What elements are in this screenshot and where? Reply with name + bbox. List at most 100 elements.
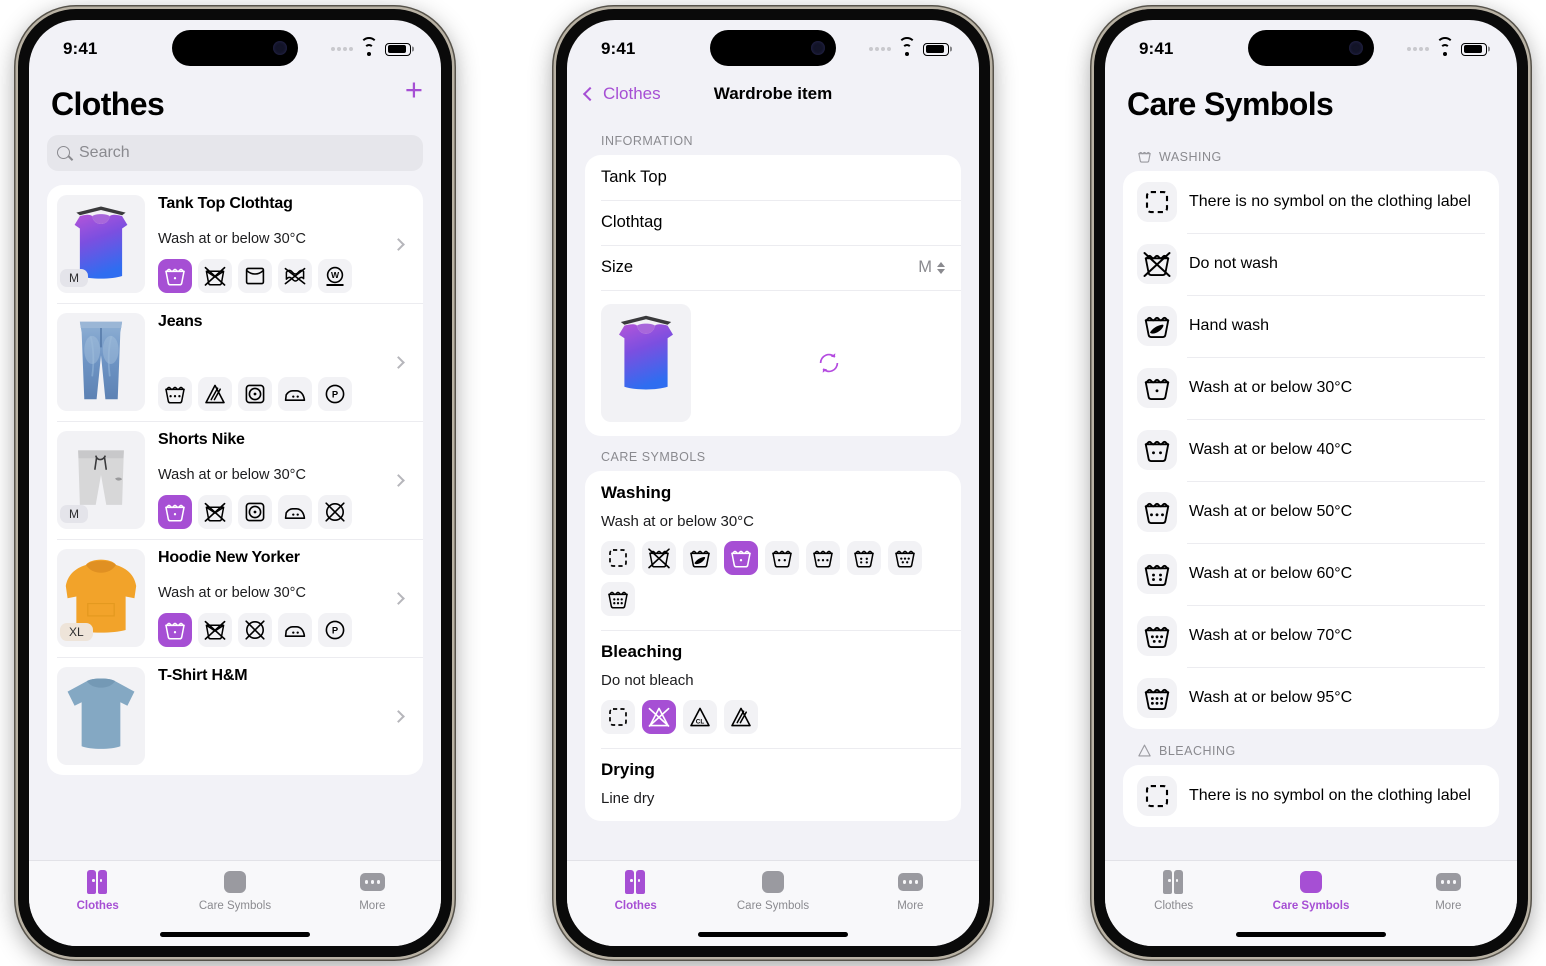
symbol-tile-wash-60[interactable] <box>847 541 881 575</box>
item-symbol-row <box>158 759 388 765</box>
symbol-tile-wash-70 <box>1137 616 1177 656</box>
clothes-list: M Tank Top Clothtag Wash at or below 30°… <box>47 185 423 775</box>
tab-label: Clothes <box>76 900 119 912</box>
symbol-tile-do-not-dry-clean[interactable] <box>238 613 272 647</box>
dynamic-island <box>710 30 836 66</box>
list-item[interactable]: Hand wash <box>1123 295 1499 357</box>
symbol-tile-tumble-dry-low[interactable] <box>238 495 272 529</box>
table-row[interactable]: M Shorts Nike Wash at or below 30°C <box>47 421 423 539</box>
item-photo[interactable] <box>601 304 691 422</box>
symbol-tile-do-not-wash[interactable] <box>642 541 676 575</box>
list-item[interactable]: There is no symbol on the clothing label <box>1123 765 1499 827</box>
symbol-tile-professional-wet-clean-w[interactable]: W <box>318 259 352 293</box>
symbol-tile-wash-30[interactable] <box>158 495 192 529</box>
size-field[interactable]: Size M <box>585 245 961 290</box>
list-item-label: Wash at or below 40°C <box>1189 441 1353 458</box>
care-symbol-groups: WASHING There is no symbol on the clothi… <box>1105 135 1517 827</box>
tab-care-symbols[interactable]: Care Symbols <box>1242 870 1379 912</box>
symbol-tile-iron-medium[interactable] <box>278 613 312 647</box>
item-name: Hoodie New Yorker <box>158 549 300 566</box>
list-item[interactable]: Wash at or below 30°C <box>1123 357 1499 419</box>
status-time: 9:41 <box>63 39 98 58</box>
care-block-value: Do not bleach <box>601 672 694 689</box>
care-block-value: Line dry <box>601 790 655 807</box>
table-row[interactable]: M Tank Top Clothtag Wash at or below 30°… <box>47 185 423 303</box>
search-input[interactable]: Search <box>47 135 423 171</box>
symbol-tile-wash-30[interactable] <box>158 259 192 293</box>
symbol-tile-bleach-non-chlorine[interactable] <box>198 377 232 411</box>
list-item[interactable]: Wash at or below 70°C <box>1123 605 1499 667</box>
list-item-label: There is no symbol on the clothing label <box>1189 193 1471 210</box>
name-field[interactable]: Tank Top <box>585 155 961 200</box>
size-badge: XL <box>60 623 93 641</box>
symbol-tile-do-not-wring[interactable] <box>278 259 312 293</box>
care-block: Washing Wash at or below 30°C <box>585 471 961 630</box>
tab-clothes[interactable]: Clothes <box>567 870 704 912</box>
symbol-tile-dry-clean-p[interactable]: P <box>318 613 352 647</box>
symbol-tile-line-dry[interactable] <box>238 259 272 293</box>
table-row[interactable]: Jeans P <box>47 303 423 421</box>
symbol-tile-do-not-tumble-dry[interactable] <box>198 259 232 293</box>
symbol-tile-wash-40[interactable] <box>765 541 799 575</box>
symbol-tile-wash-95[interactable] <box>601 582 635 616</box>
tab-care-symbols[interactable]: Care Symbols <box>704 870 841 912</box>
list-item[interactable]: Wash at or below 50°C <box>1123 481 1499 543</box>
symbol-tile-do-not-tumble-dry[interactable] <box>198 613 232 647</box>
list-item[interactable]: Wash at or below 95°C <box>1123 667 1499 729</box>
list-item[interactable]: Wash at or below 60°C <box>1123 543 1499 605</box>
refresh-icon[interactable] <box>816 350 842 376</box>
item-subtitle: Wash at or below 30°C <box>158 231 306 247</box>
back-button[interactable]: Clothes <box>582 84 661 104</box>
symbol-tile-bleach-non-chlorine[interactable] <box>724 700 758 734</box>
item-subtitle: Wash at or below 30°C <box>158 467 306 483</box>
symbol-tile-tumble-dry-low[interactable] <box>238 377 272 411</box>
symbol-tile-hand-wash[interactable] <box>683 541 717 575</box>
item-name: T-Shirt H&M <box>158 667 248 684</box>
tab-more[interactable]: More <box>842 870 979 912</box>
care-block: Bleaching Do not bleach CL <box>585 630 961 748</box>
item-symbol-row <box>158 489 388 529</box>
symbol-tile-dry-clean-p[interactable]: P <box>318 377 352 411</box>
chevron-updown-icon[interactable] <box>937 261 945 274</box>
symbol-tile-wash-30[interactable] <box>158 613 192 647</box>
tab-more[interactable]: More <box>1380 870 1517 912</box>
symbol-tile-wash-70[interactable] <box>888 541 922 575</box>
item-thumbnail <box>57 313 145 411</box>
symbol-tile-wash-50[interactable] <box>806 541 840 575</box>
list-item[interactable]: There is no symbol on the clothing label <box>1123 171 1499 233</box>
dynamic-island <box>172 30 298 66</box>
symbol-tile-no-symbol[interactable] <box>601 700 635 734</box>
add-item-button[interactable]: + <box>405 78 423 105</box>
care-block: Drying Line dry <box>585 748 961 821</box>
table-row[interactable]: T-Shirt H&M <box>47 657 423 775</box>
symbol-tile-wash-30[interactable] <box>724 541 758 575</box>
tab-clothes[interactable]: Clothes <box>29 870 166 912</box>
symbol-tile-iron-medium[interactable] <box>278 495 312 529</box>
tab-more[interactable]: More <box>304 870 441 912</box>
clothtag-field-value: Clothtag <box>601 213 663 231</box>
tab-label: Care Symbols <box>736 900 810 912</box>
phone-care-symbols-reference: 9:41 Care Symbols WASHING There is no sy… <box>1094 9 1528 957</box>
chevron-right-icon <box>392 473 405 487</box>
symbol-tile-bleach-chlorine-cl[interactable]: CL <box>683 700 717 734</box>
svg-text:P: P <box>332 389 338 400</box>
symbol-tile-iron-medium[interactable] <box>278 377 312 411</box>
tab-care-symbols[interactable]: Care Symbols <box>166 870 303 912</box>
symbol-tile-no-symbol[interactable] <box>601 541 635 575</box>
list-item-label: Wash at or below 70°C <box>1189 627 1353 644</box>
list-item[interactable]: Do not wash <box>1123 233 1499 295</box>
list-item-label: There is no symbol on the clothing label <box>1189 787 1471 804</box>
list-item[interactable]: Wash at or below 40°C <box>1123 419 1499 481</box>
symbol-tile-wash-50[interactable] <box>158 377 192 411</box>
page-title: Clothes <box>51 86 165 122</box>
clothtag-field[interactable]: Clothtag <box>585 200 961 245</box>
item-thumbnail: M <box>57 195 145 293</box>
size-badge: M <box>60 505 88 523</box>
tab-clothes[interactable]: Clothes <box>1105 870 1242 912</box>
symbol-tile-do-not-tumble-dry[interactable] <box>198 495 232 529</box>
symbol-tile-do-not-dry-clean[interactable] <box>318 495 352 529</box>
table-row[interactable]: XL Hoodie New Yorker Wash at or below 30… <box>47 539 423 657</box>
phone-clothes-list: 9:41 + Clothes Search M Tank Top Clothta… <box>18 9 452 957</box>
symbol-tile-do-not-bleach[interactable] <box>642 700 676 734</box>
care-symbol-icon <box>1299 871 1322 893</box>
